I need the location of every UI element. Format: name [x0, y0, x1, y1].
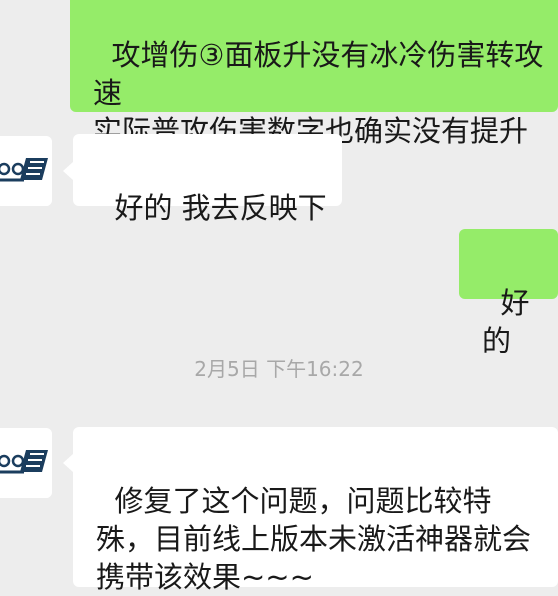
bubble-tail — [63, 454, 73, 472]
avatar[interactable] — [0, 428, 52, 498]
cartoon-logo-icon — [0, 136, 52, 206]
avatar[interactable] — [0, 136, 52, 206]
message-bubble-sent[interactable]: 攻增伤③面板升没有冰冷伤害转攻速 实际普攻伤害数字也确实没有提升 — [70, 0, 558, 148]
chat-timestamp: 2月5日 下午16:22 — [194, 357, 364, 381]
message-bubble-received[interactable]: 修复了这个问题，问题比较特殊，目前线上版本未激活神器就会携带该效果~~~ — [73, 427, 558, 594]
message-text: 好的 我去反映下 — [114, 191, 327, 225]
message-bubble-sent[interactable]: 好的 — [459, 229, 558, 358]
message-text: 修复了这个问题，问题比较特殊，目前线上版本未激活神器就会携带该效果~~~ — [96, 484, 532, 594]
cartoon-logo-icon — [0, 428, 52, 498]
message-bubble-received[interactable]: 好的 我去反映下 — [73, 134, 342, 225]
message-text: 好的 — [482, 286, 530, 358]
bubble-tail — [63, 162, 73, 180]
message-text: 攻增伤③面板升没有冰冷伤害转攻速 实际普攻伤害数字也确实没有提升 — [93, 38, 544, 148]
